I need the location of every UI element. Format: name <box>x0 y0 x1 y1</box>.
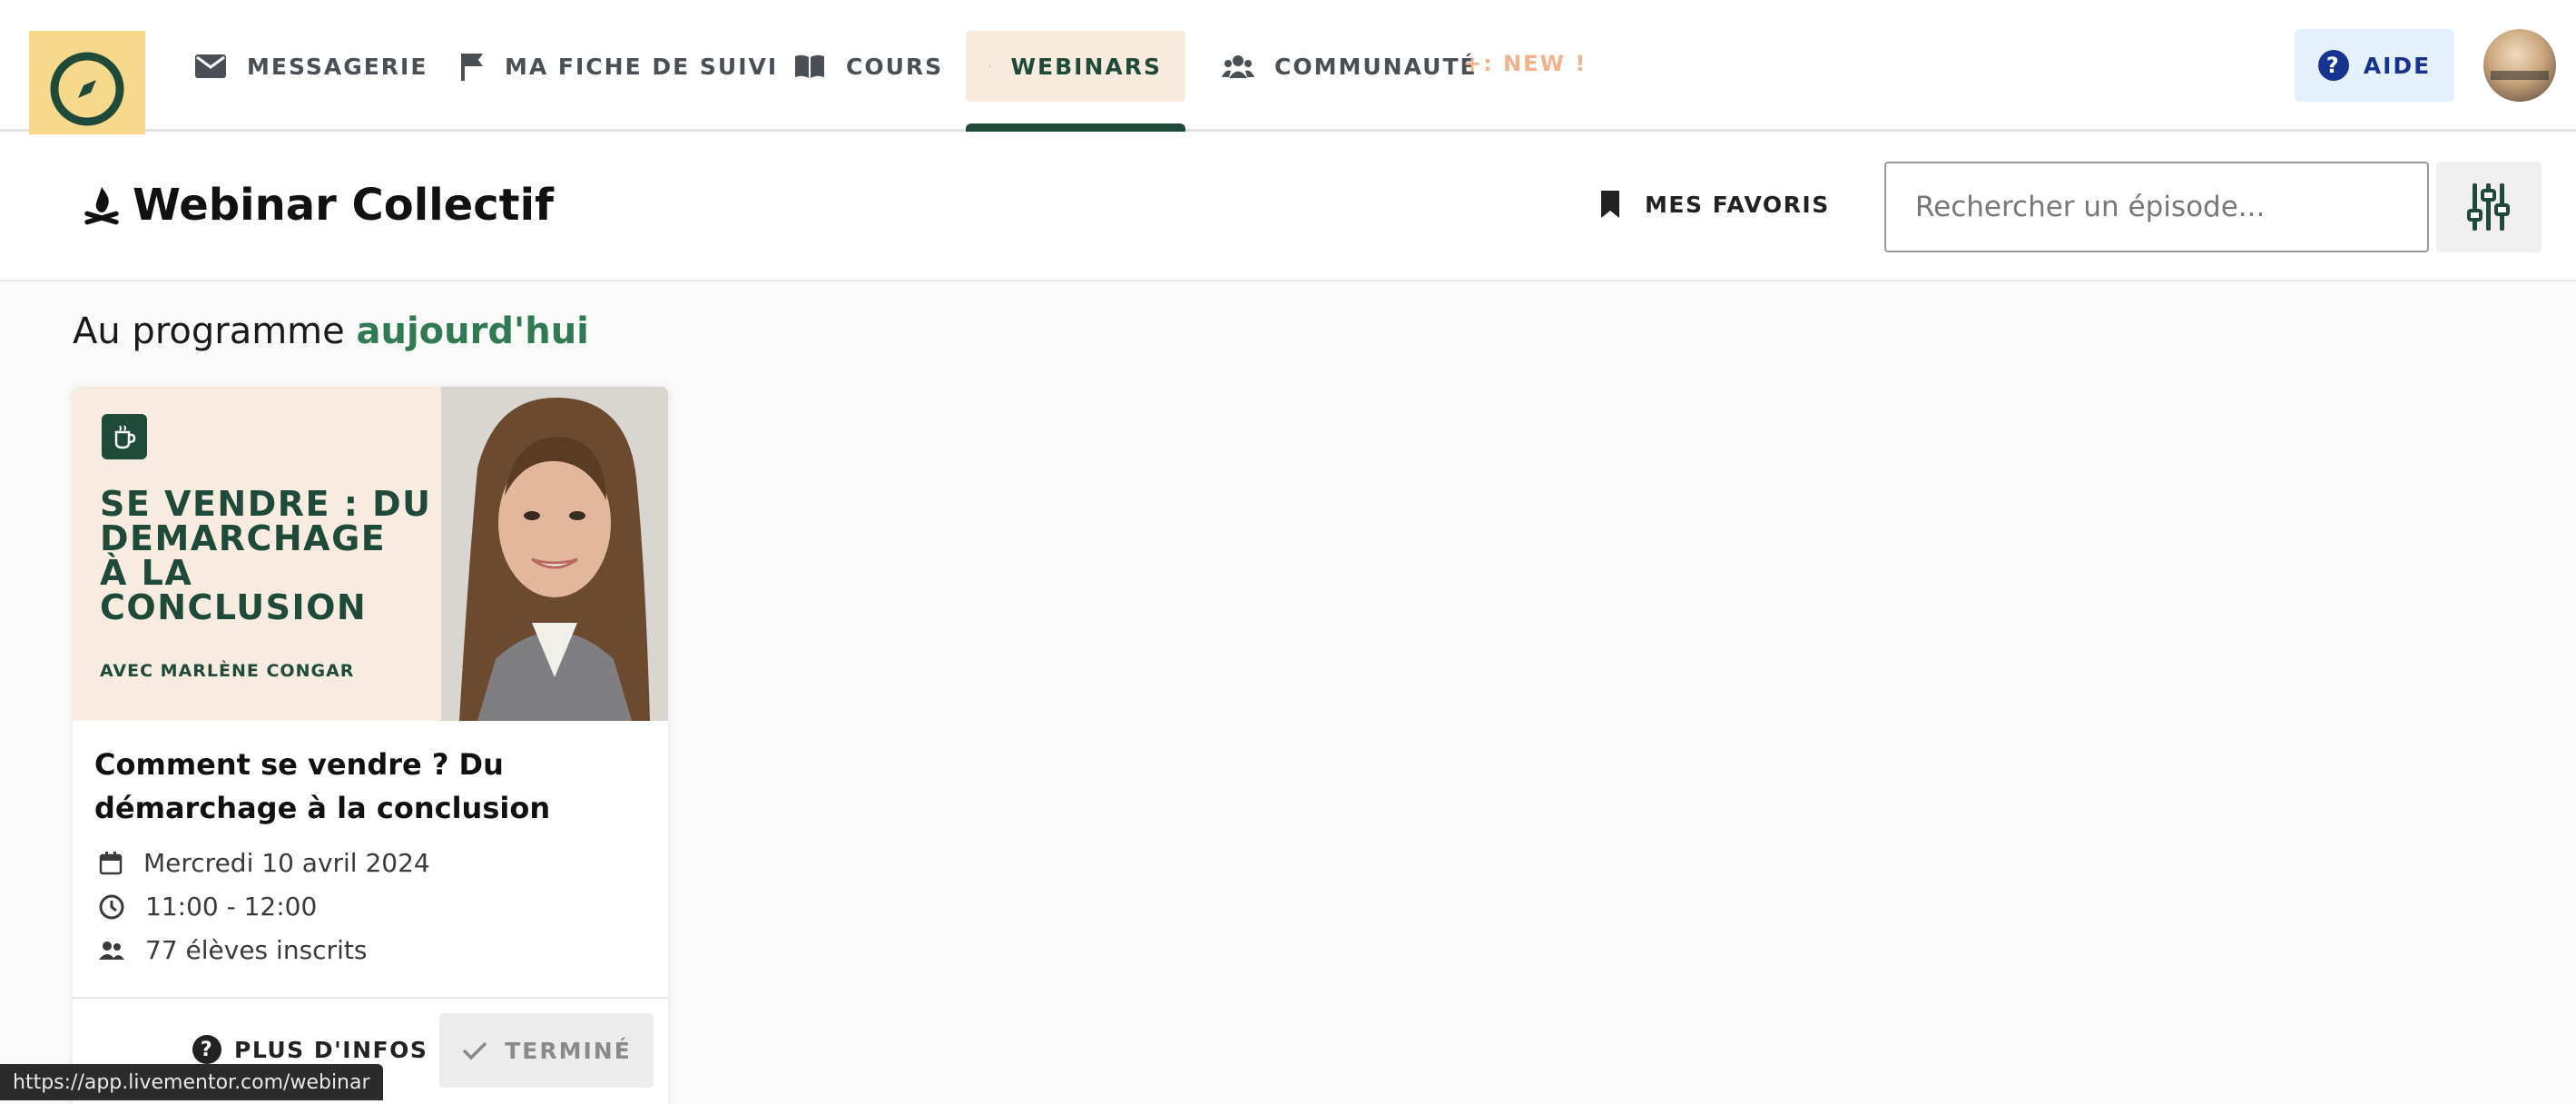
more-info-button[interactable]: ? PLUS D'INFOS <box>192 1035 428 1064</box>
calendar-icon <box>99 851 123 874</box>
nav-label: COURS <box>846 53 944 80</box>
nav-fiche-de-suivi[interactable]: MA FICHE DE SUIVI <box>436 31 801 102</box>
time-text: 11:00 - 12:00 <box>145 892 318 922</box>
speaker-photo <box>441 387 668 721</box>
done-label: TERMINÉ <box>505 1037 632 1064</box>
search-input[interactable] <box>1884 162 2429 252</box>
bookmark-icon <box>1601 191 1619 218</box>
more-info-label: PLUS D'INFOS <box>234 1036 428 1063</box>
nav-label: WEBINARS <box>1010 53 1162 80</box>
thumbnail-title-line: À LA <box>100 553 193 593</box>
clock-icon <box>99 894 124 919</box>
coffee-icon <box>102 414 147 459</box>
sliders-icon <box>2467 183 2510 231</box>
webinar-card[interactable]: SE VENDRE : DU DEMARCHAGE À LA CONCLUSIO… <box>73 387 668 1104</box>
nav-label: MA FICHE DE SUIVI <box>505 53 779 80</box>
nav-webinars[interactable]: WEBINARS <box>966 31 1185 102</box>
campfire-icon <box>84 187 119 225</box>
card-divider <box>73 997 668 999</box>
help-label: AIDE <box>2363 52 2432 79</box>
page-title: Webinar Collectif <box>84 180 554 231</box>
filter-button[interactable] <box>2436 162 2542 252</box>
help-icon: ? <box>2317 50 2349 81</box>
check-icon <box>462 1041 487 1060</box>
nav-messagerie[interactable]: MESSAGERIE <box>171 31 451 102</box>
avatar[interactable] <box>2483 29 2556 102</box>
thumbnail-subtitle: AVEC MARLÈNE CONGAR <box>100 661 355 681</box>
thumbnail-title-line: SE VENDRE : DU <box>100 484 432 524</box>
compass-icon <box>50 52 124 126</box>
done-button[interactable]: TERMINÉ <box>439 1013 654 1088</box>
thumbnail-title-line: CONCLUSION <box>100 587 368 627</box>
date-text: Mercredi 10 avril 2024 <box>143 848 430 878</box>
status-bar-url: https://app.livementor.com/webinar <box>0 1064 383 1100</box>
page-header: Webinar Collectif MES FAVORIS <box>0 134 2576 281</box>
people-icon <box>99 941 124 960</box>
webinar-thumbnail[interactable]: SE VENDRE : DU DEMARCHAGE À LA CONCLUSIO… <box>73 387 668 721</box>
section-title-prefix: Au programme <box>73 310 345 352</box>
campfire-icon <box>989 65 991 67</box>
episode-title[interactable]: Comment se vendre ? Du démarchage à la c… <box>94 743 639 830</box>
episode-time: 11:00 - 12:00 <box>98 892 317 922</box>
nav-communaute[interactable]: COMMUNAUTÉ <box>1198 31 1501 102</box>
thumbnail-banner: SE VENDRE : DU DEMARCHAGE À LA CONCLUSIO… <box>73 387 441 721</box>
top-navigation: MESSAGERIE MA FICHE DE SUIVI COURS WEBIN… <box>0 0 2576 147</box>
question-icon: ? <box>192 1035 221 1064</box>
new-badge: +: NEW ! <box>1463 51 1588 76</box>
flag-icon <box>461 54 483 81</box>
episode-date: Mercredi 10 avril 2024 <box>98 848 430 878</box>
nav-label: COMMUNAUTÉ <box>1274 53 1478 80</box>
nav-cours[interactable]: COURS <box>770 31 967 102</box>
episode-attendees: 77 élèves inscrits <box>98 935 367 965</box>
section-title-accent: aujourd'hui <box>356 310 589 352</box>
thumbnail-title: SE VENDRE : DU DEMARCHAGE À LA CONCLUSIO… <box>100 484 432 627</box>
nav-label: MESSAGERIE <box>247 53 428 80</box>
envelope-icon <box>195 54 226 78</box>
logo-compass[interactable] <box>29 31 145 147</box>
thumbnail-title-line: DEMARCHAGE <box>100 518 387 558</box>
people-icon <box>1222 55 1254 78</box>
book-icon <box>795 54 824 78</box>
active-tab-indicator <box>966 123 1185 132</box>
attendees-text: 77 élèves inscrits <box>145 935 368 965</box>
favorites-label: MES FAVORIS <box>1645 191 1830 218</box>
page-title-text: Webinar Collectif <box>133 180 554 231</box>
section-title: Au programme aujourd'hui <box>73 310 589 352</box>
help-button[interactable]: ? AIDE <box>2295 29 2454 102</box>
favorites-button[interactable]: MES FAVORIS <box>1599 189 1830 220</box>
